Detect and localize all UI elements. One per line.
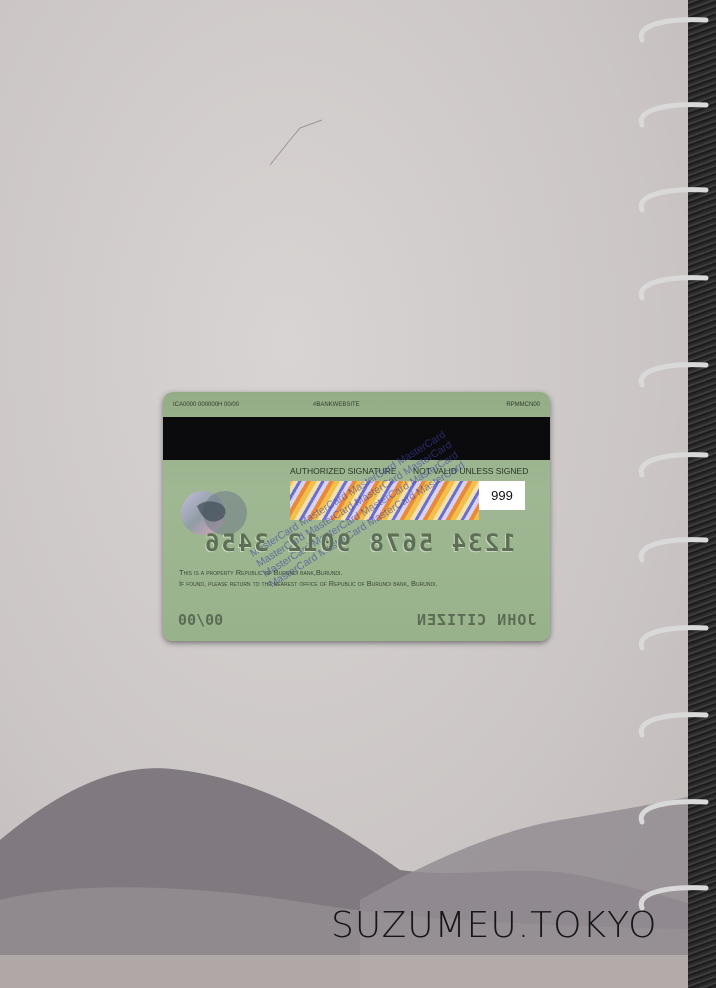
credit-card-back: ICA0000 000000H 00/00 #BANKWEBSITE RPMMC… [163,392,550,641]
card-ica-code: ICA0000 000000H 00/00 [173,402,240,408]
card-rpm-code: RPMMCN00 [506,402,540,408]
legal-line-1: This is a property Republic of Burundi b… [179,568,343,577]
card-expiry: 00/00 [178,611,224,629]
spiral-rings [638,17,709,911]
cvv-box: 999 [479,481,525,510]
card-holder-name: JOHN CITIZEN [415,611,536,629]
signature-panel: MasterCard MasterCard MasterCard MasterC… [249,430,479,590]
legal-line-2: If found, please return to the nearest o… [179,579,438,588]
card-bank-website: #BANKWEBSITE [313,402,360,408]
legal-text: This is a property Republic of Burundi b… [179,567,529,589]
card-number: 1234 5678 9012 3456 [203,529,516,557]
watermark-text: SUZUMEU.TOKYO [331,905,658,946]
